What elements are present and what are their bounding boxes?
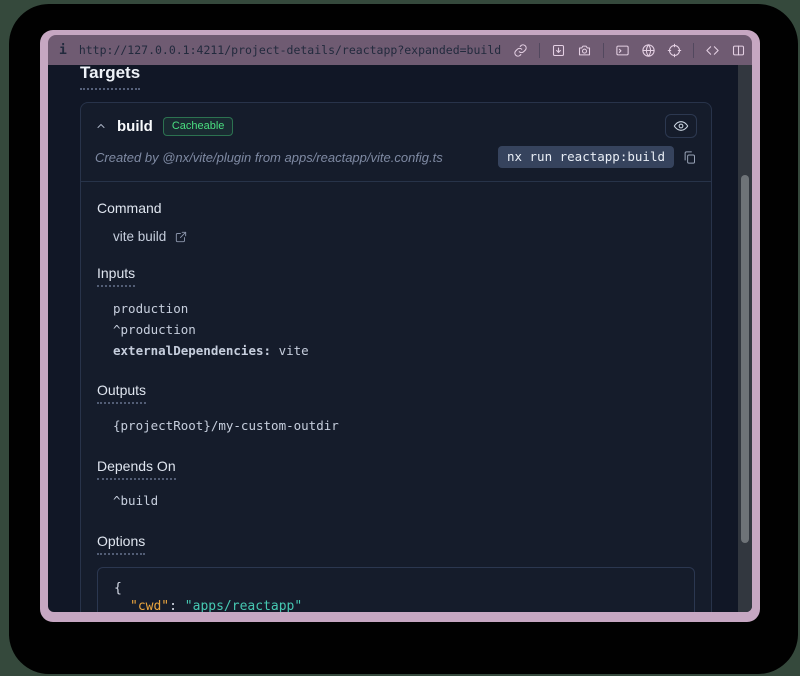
copy-icon [682, 150, 697, 165]
section-command: Command vite build [97, 200, 695, 244]
camera-icon[interactable] [577, 43, 592, 58]
input-item: production [113, 298, 695, 319]
url-bar[interactable]: http://127.0.0.1:4211/project-details/re… [79, 43, 501, 57]
page-content: Targets build Cacheable Created by @nx/v… [48, 65, 752, 612]
section-inputs: Inputs production ^production externalDe… [97, 265, 695, 361]
copy-command-button[interactable] [682, 150, 697, 165]
depends-on-item: ^build [113, 491, 695, 512]
input-named-value: vite [271, 343, 309, 358]
input-item: ^production [113, 319, 695, 340]
cacheable-badge: Cacheable [163, 117, 234, 136]
build-card-header: build Cacheable [81, 103, 711, 144]
toolbar-actions [513, 43, 746, 58]
output-item: {projectRoot}/my-custom-outdir [113, 415, 695, 436]
columns-icon[interactable] [731, 43, 746, 58]
chevron-up-icon[interactable] [95, 120, 107, 132]
depends-on-label: Depends On [97, 458, 176, 480]
external-link-icon[interactable] [174, 230, 188, 244]
command-value: vite build [113, 229, 166, 244]
created-by-text: Created by @nx/vite/plugin from apps/rea… [95, 150, 443, 165]
build-card-subheader: Created by @nx/vite/plugin from apps/rea… [81, 144, 711, 181]
link-icon[interactable] [513, 43, 528, 58]
options-label: Options [97, 533, 145, 555]
json-value: "apps/reactapp" [185, 599, 302, 612]
toolbar-separator [603, 43, 604, 58]
outputs-label: Outputs [97, 382, 146, 404]
section-outputs: Outputs {projectRoot}/my-custom-outdir [97, 382, 695, 436]
section-options: Options { "cwd": "apps/reactapp" } [97, 533, 695, 612]
target-icon[interactable] [667, 43, 682, 58]
toolbar-separator [539, 43, 540, 58]
inputs-label: Inputs [97, 265, 135, 287]
target-card-build: build Cacheable Created by @nx/vite/plug… [80, 102, 712, 612]
build-card-body: Command vite build Inputs production ^pr… [81, 181, 711, 612]
globe-icon[interactable] [641, 43, 656, 58]
run-command-chip: nx run reactapp:build [498, 146, 674, 168]
browser-toolbar: i http://127.0.0.1:4211/project-details/… [48, 35, 752, 65]
target-name-build: build [117, 118, 153, 135]
info-icon[interactable]: i [59, 43, 67, 58]
scrollbar-thumb[interactable] [741, 175, 749, 543]
json-colon: : [169, 599, 185, 612]
json-property: "cwd": "apps/reactapp" [114, 598, 678, 612]
input-item: externalDependencies: vite [113, 340, 695, 361]
browser-window: i http://127.0.0.1:4211/project-details/… [40, 30, 760, 622]
section-depends-on: Depends On ^build [97, 458, 695, 512]
eye-icon [673, 118, 689, 134]
json-key: "cwd" [130, 599, 169, 612]
code-icon[interactable] [705, 43, 720, 58]
toolbar-separator [693, 43, 694, 58]
input-named-key: externalDependencies: [113, 343, 271, 358]
scrollbar-track[interactable] [738, 65, 752, 612]
json-open-brace: { [114, 580, 678, 599]
options-json-block: { "cwd": "apps/reactapp" } [97, 567, 695, 612]
console-icon[interactable] [615, 43, 630, 58]
export-icon[interactable] [551, 43, 566, 58]
command-label: Command [97, 200, 695, 216]
view-target-button[interactable] [665, 114, 697, 138]
page-title: Targets [80, 65, 140, 90]
